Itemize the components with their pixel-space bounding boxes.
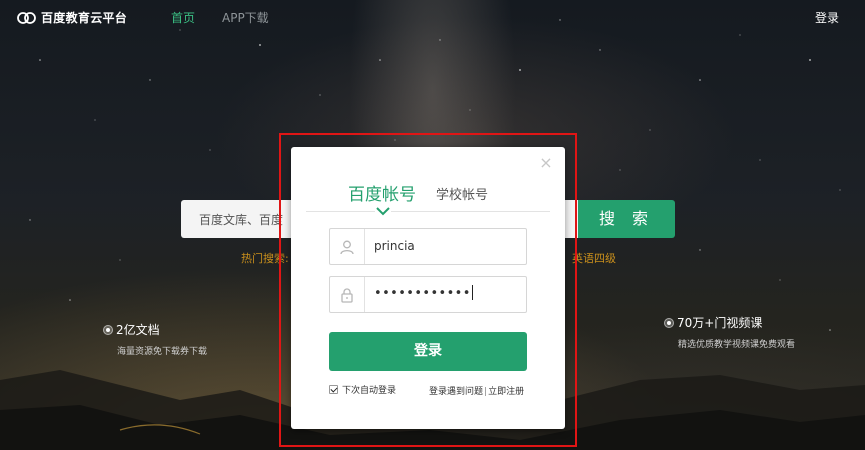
search-placeholder: 百度文库、百度 [199,213,284,227]
password-dots: •••••••••••• [374,286,471,301]
search-button[interactable]: 搜 索 [578,200,675,238]
text-caret [471,285,473,300]
chevron-down-icon [375,206,391,216]
nav-app-download-link[interactable]: APP下载 [222,9,269,26]
hot-search-item[interactable]: 英语四级 [572,250,616,266]
tab-school-account[interactable]: 学校帐号 [436,184,488,203]
dialog-footer-links: 登录遇到问题|立即注册 [429,384,524,397]
checkbox-checked-icon[interactable] [329,385,338,394]
feature-dot-icon [664,317,674,328]
hot-search-label: 热门搜索: [241,252,289,265]
nav-home-link[interactable]: 首页 [171,9,195,26]
tab-divider [306,211,550,212]
logo-text: 百度教育云平台 [41,11,128,25]
baidu-edu-logo-icon [17,11,36,24]
feature-title: 70万+门视频课 [677,316,763,330]
site-logo[interactable]: 百度教育云平台 [17,9,127,26]
feature-documents: 2亿文档 海量资源免下载券下载 [103,319,207,357]
auto-login-label: 下次自动登录 [342,386,397,396]
login-button[interactable]: 登录 [329,332,527,371]
link-separator: | [484,387,488,397]
close-icon[interactable]: × [539,155,553,171]
feature-subtitle: 精选优质教学视频课免费观看 [678,340,796,350]
feature-videos: 70万+门视频课 精选优质教学视频课免费观看 [664,312,795,350]
username-value: princia [374,239,415,253]
top-navbar: 百度教育云平台 首页 APP下载 登录 [0,0,865,34]
tab-baidu-account[interactable]: 百度帐号 [348,180,416,205]
register-link[interactable]: 立即注册 [488,387,524,397]
feature-title: 2亿文档 [116,323,160,337]
password-value: •••••••••••• [374,285,473,301]
user-icon [330,229,365,264]
username-field[interactable]: princia [329,228,527,265]
lock-icon [330,277,365,312]
feature-subtitle: 海量资源免下载券下载 [117,347,208,357]
auto-login-option[interactable]: 下次自动登录 [329,383,396,396]
login-help-link[interactable]: 登录遇到问题 [429,387,483,397]
feature-dot-icon [103,324,113,335]
password-field[interactable]: •••••••••••• [329,276,527,313]
login-dialog: × 百度帐号 学校帐号 princia •••••••••••• 登录 下次自动… [291,147,565,429]
top-login-link[interactable]: 登录 [815,9,839,26]
